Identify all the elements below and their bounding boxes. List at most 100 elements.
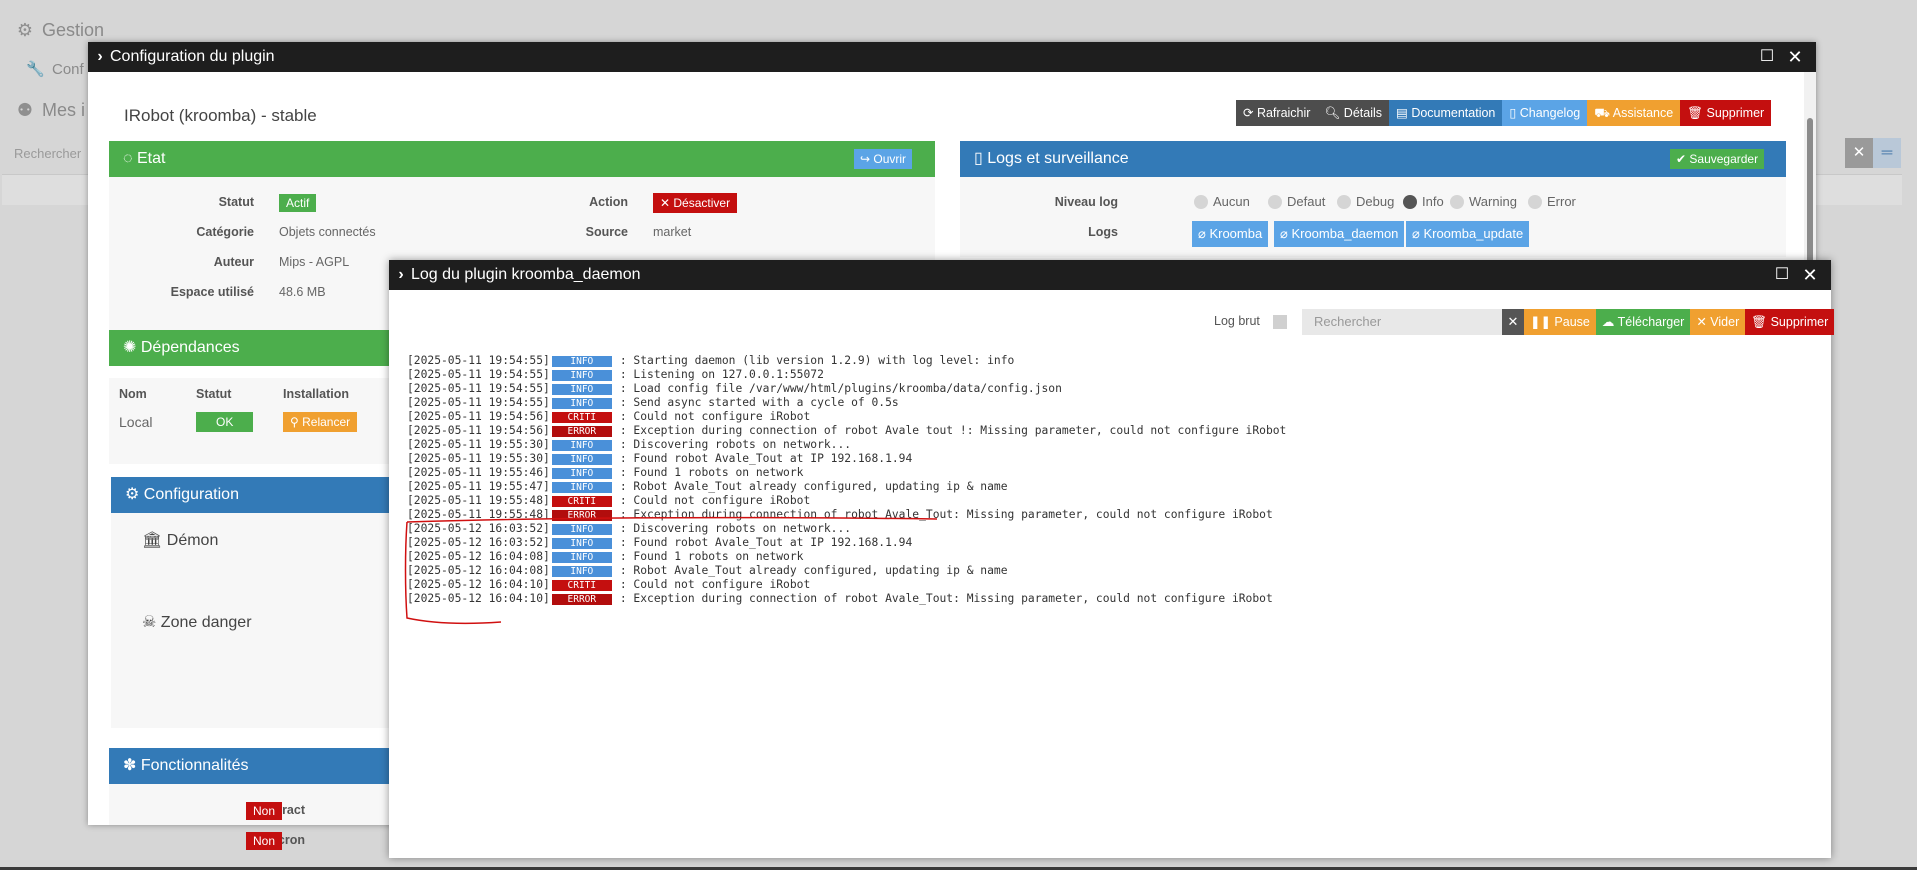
menu-mes[interactable]: ⚉ Mes i <box>16 100 85 121</box>
radio-error[interactable] <box>1528 195 1542 209</box>
delete-plugin-button[interactable]: 🗑︎ Supprimer <box>1680 100 1772 126</box>
log-line: [2025-05-11 19:54:56] ERROR: Exception du… <box>407 424 1287 437</box>
radio-defaut-label: Defaut <box>1287 194 1326 209</box>
radio-warning[interactable] <box>1450 195 1464 209</box>
close-button[interactable]: ✕ <box>1784 42 1806 72</box>
log-level-badge: CRITI <box>551 495 612 507</box>
demon-item[interactable]: 🏛︎ Démon <box>142 530 218 550</box>
gear-icon: ⚙ <box>16 20 34 40</box>
log-level-badge: CRITI <box>551 411 612 423</box>
radio-aucun-label: Aucun <box>1213 194 1250 209</box>
log-kroomba-update-button[interactable]: ⌀ Kroomba_update <box>1406 221 1530 247</box>
radio-debug[interactable] <box>1337 195 1351 209</box>
log-line: [2025-05-11 19:54:55] INFO: Load config f… <box>407 382 1062 395</box>
log-level-badge: ERROR <box>551 593 612 605</box>
log-level-badge: INFO <box>551 453 612 465</box>
maximize-button[interactable]: ☐ <box>1756 42 1778 72</box>
log-actions: ❚❚ Pause ☁ Télécharger ✕ Vider 🗑︎ Suppri… <box>1524 309 1835 335</box>
source-value: market <box>653 225 692 239</box>
close-icon: ✕ <box>660 196 674 210</box>
bank-icon: 🏛︎ <box>142 532 167 549</box>
pause-icon: ❚❚ <box>1530 315 1555 329</box>
chevron-right-icon: › <box>97 48 103 65</box>
menu-conf[interactable]: 🔧 Conf <box>26 60 84 78</box>
log-level-badge: INFO <box>551 467 612 479</box>
relancer-button[interactable]: ⚲ Relancer <box>283 412 358 432</box>
log-level-badge: INFO <box>551 369 612 381</box>
source-label: Source <box>585 225 628 239</box>
log-line: [2025-05-11 19:55:48] ERROR: Exception du… <box>407 508 1273 521</box>
espace-label: Espace utilisé <box>170 285 254 299</box>
radio-warning-label: Warning <box>1469 194 1517 209</box>
toggle-view-button[interactable]: ═ <box>1873 138 1901 168</box>
pause-button[interactable]: ❚❚ Pause <box>1524 309 1596 335</box>
config-dialog-titlebar[interactable]: › Configuration du plugin ☐ ✕ <box>88 42 1816 72</box>
log-dialog-title: Log du plugin kroomba_daemon <box>411 266 641 283</box>
download-button[interactable]: ☁ Télécharger <box>1595 309 1691 335</box>
log-dialog: › Log du plugin kroomba_daemon ☐ ✕ Log br… <box>389 260 1835 858</box>
log-close-button[interactable]: ✕ <box>1799 260 1821 290</box>
bicycle-icon: ⚲ <box>290 415 303 429</box>
feature-cron-badge: Non <box>246 832 283 850</box>
log-line: [2025-05-11 19:54:55] INFO: Starting daem… <box>407 354 1015 367</box>
log-brut-label: Log brut <box>1214 314 1260 328</box>
maximize-icon: ☐ <box>1759 48 1775 65</box>
zone-danger-item[interactable]: ☠ Zone danger <box>142 612 252 632</box>
log-kroomba-daemon-button[interactable]: ⌀ Kroomba_daemon <box>1274 221 1405 247</box>
changelog-button[interactable]: ▯ Changelog <box>1502 100 1588 126</box>
open-button[interactable]: ↪ Ouvrir <box>854 149 913 169</box>
log-kroomba-button[interactable]: ⌀ Kroomba <box>1192 221 1269 247</box>
cloud-download-icon: ☁ <box>1601 315 1618 329</box>
log-line: [2025-05-11 19:55:30] INFO: Found robot A… <box>407 452 913 465</box>
niveau-log-label: Niveau log <box>1054 195 1118 209</box>
log-line: [2025-05-12 16:04:10] ERROR: Exception du… <box>407 592 1273 605</box>
deactivate-button[interactable]: ✕ Désactiver <box>653 193 738 213</box>
statut-badge: Actif <box>279 194 317 212</box>
log-search-input[interactable]: Rechercher <box>1302 309 1502 335</box>
log-dialog-titlebar[interactable]: › Log du plugin kroomba_daemon ☐ ✕ <box>389 260 1831 290</box>
log-level-badge: INFO <box>551 383 612 395</box>
fonctionnalites-panel-header: ✽ Fonctionnalités <box>109 748 409 784</box>
dep-status-badge: OK <box>196 412 254 432</box>
close-icon: ✕ <box>1852 144 1866 161</box>
ambulance-icon: ⛟ <box>1594 106 1613 120</box>
statut-label: Statut <box>218 195 254 209</box>
trash-icon: 🗑︎ <box>1687 106 1707 120</box>
log-line: [2025-05-11 19:55:48] CRITI: Could not co… <box>407 494 811 507</box>
log-brut-checkbox[interactable] <box>1273 315 1287 329</box>
dep-header-installation: Installation <box>283 387 349 401</box>
delete-log-button[interactable]: 🗑︎ Supprimer <box>1745 309 1835 335</box>
log-maximize-button[interactable]: ☐ <box>1771 260 1793 290</box>
radio-info[interactable] <box>1403 195 1417 209</box>
clear-log-button[interactable]: ✕ Vider <box>1690 309 1746 335</box>
radio-info-label: Info <box>1422 194 1444 209</box>
background-search[interactable]: Rechercher <box>14 146 81 161</box>
save-button[interactable]: ✔ Sauvegarder <box>1670 149 1765 169</box>
assistance-button[interactable]: ⛟ Assistance <box>1587 100 1681 126</box>
skull-icon: ☠ <box>142 614 161 631</box>
plugin-title: IRobot (kroomba) - stable <box>124 106 317 125</box>
log-line: [2025-05-12 16:03:52] INFO: Found robot A… <box>407 536 913 549</box>
plugin-actions: ⟳ Rafraichir 🔍︎ Détails ▤ Documentation … <box>1236 100 1772 126</box>
log-line: [2025-05-11 19:55:46] INFO: Found 1 robot… <box>407 466 804 479</box>
close-icon: ✕ <box>1507 314 1519 329</box>
details-button[interactable]: 🔍︎ Détails <box>1317 100 1390 126</box>
paperclip-icon: ⌀ <box>1198 226 1210 241</box>
clear-search-button[interactable]: ✕ <box>1845 138 1873 168</box>
log-search-clear-button[interactable]: ✕ <box>1502 309 1524 335</box>
radio-defaut[interactable] <box>1268 195 1282 209</box>
close-icon: ✕ <box>1802 265 1818 285</box>
radio-debug-label: Debug <box>1356 194 1395 209</box>
menu-gestion[interactable]: ⚙ Gestion <box>16 20 104 41</box>
log-level-badge: INFO <box>551 551 612 563</box>
feature-interact-badge: Non <box>246 802 283 820</box>
refresh-button[interactable]: ⟳ Rafraichir <box>1236 100 1318 126</box>
close-icon: ✕ <box>1787 47 1803 67</box>
radio-aucun[interactable] <box>1194 195 1208 209</box>
log-line: [2025-05-12 16:04:08] INFO: Robot Avale_T… <box>407 564 1008 577</box>
log-level-badge: INFO <box>551 523 612 535</box>
logs-panel-header: ▯ Logs et surveillance <box>960 141 1786 177</box>
paperclip-icon: ⌀ <box>1412 226 1424 241</box>
documentation-button[interactable]: ▤ Documentation <box>1389 100 1503 126</box>
cogs-icon: ⚙ <box>125 486 144 503</box>
